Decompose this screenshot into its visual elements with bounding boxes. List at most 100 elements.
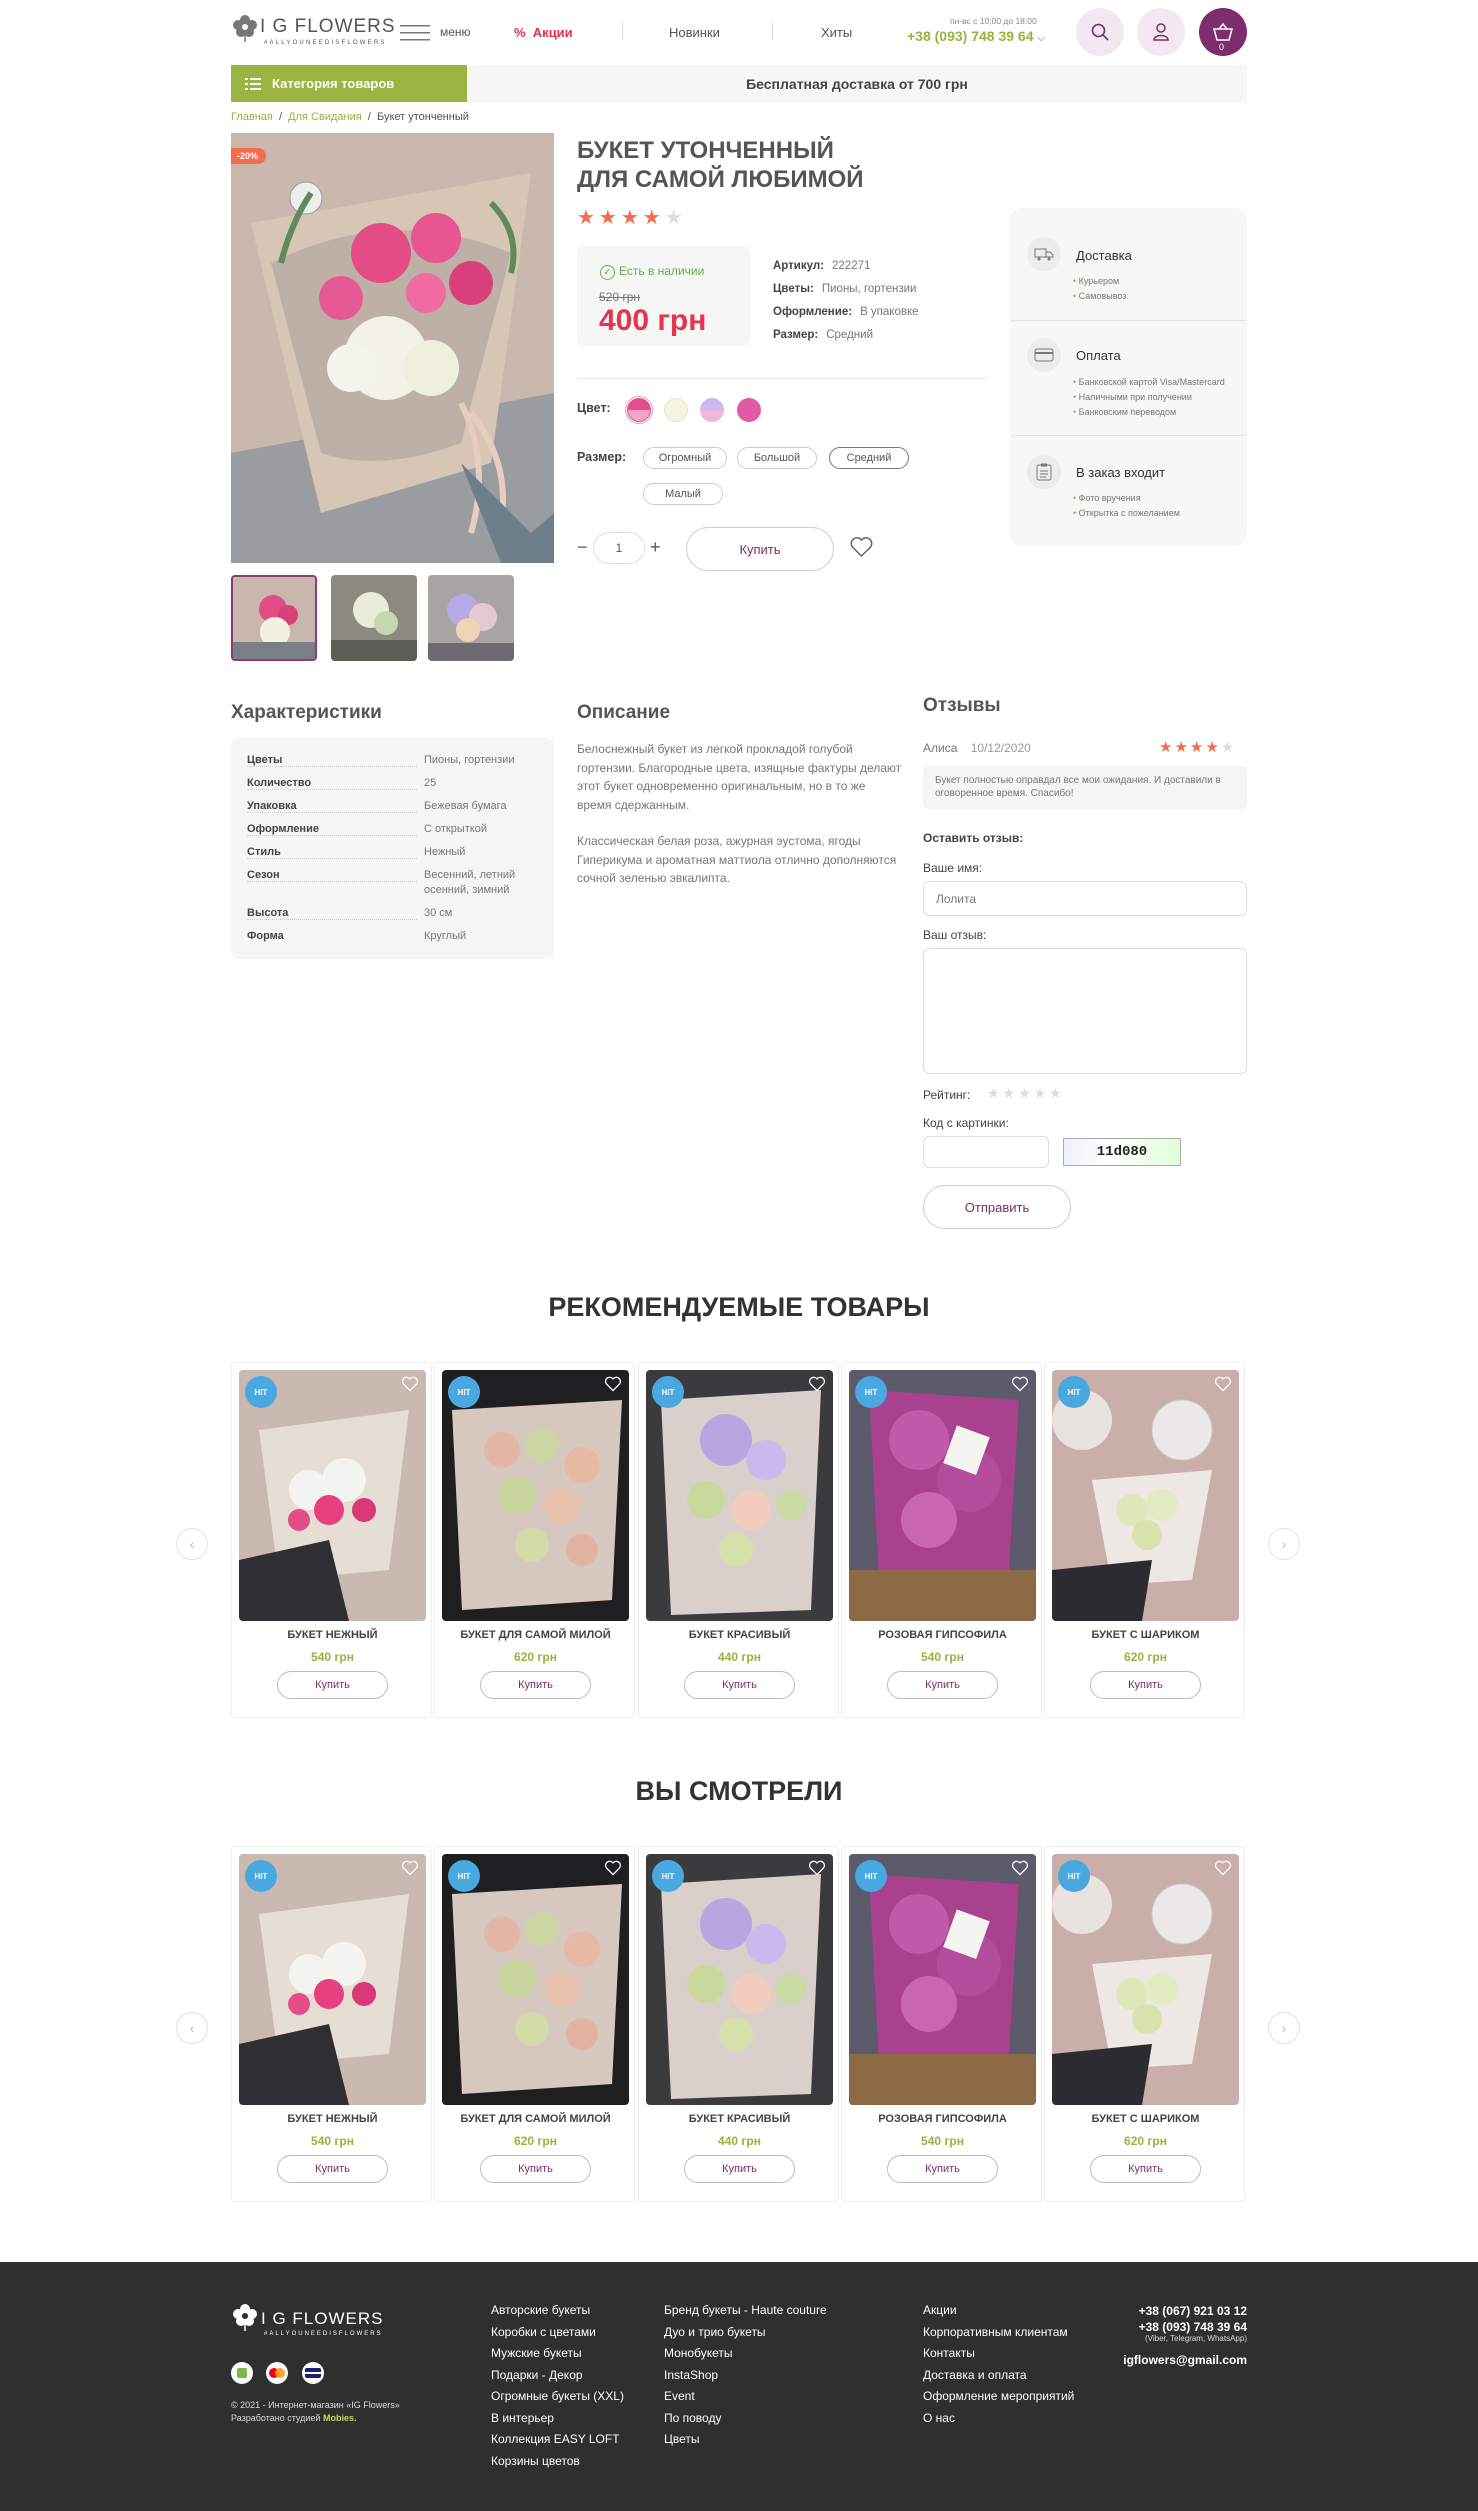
size-option-large[interactable]: Большой — [737, 447, 817, 469]
buy-button[interactable]: Купить — [480, 1671, 591, 1699]
heart-icon[interactable] — [808, 1860, 826, 1876]
footer-link[interactable]: Дуо и трио букеты — [664, 2322, 827, 2344]
header-phone[interactable]: +38 (093) 748 39 64 ⌵ — [907, 28, 1045, 44]
footer-email[interactable]: igflowers@gmail.com — [1047, 2353, 1247, 2367]
qty-increase-button[interactable]: + — [650, 537, 661, 558]
heart-icon[interactable] — [1011, 1376, 1029, 1392]
footer-logo-flower-icon[interactable] — [231, 2301, 259, 2331]
product-card[interactable]: HIT БУКЕТ С ШАРИКОМ 620 грн Купить — [1044, 1846, 1245, 2202]
product-main-image[interactable] — [231, 133, 554, 563]
buy-button[interactable]: Купить — [684, 1671, 795, 1699]
size-option-small[interactable]: Малый — [643, 483, 723, 505]
footer-link[interactable]: Мужские букеты — [491, 2343, 624, 2365]
product-image[interactable] — [1052, 1370, 1239, 1621]
product-image[interactable] — [1052, 1854, 1239, 2105]
footer-link[interactable]: Корзины цветов — [491, 2451, 624, 2473]
footer-phone[interactable]: +38 (093) 748 39 64 — [1047, 2320, 1247, 2334]
footer-link[interactable]: Event — [664, 2386, 827, 2408]
buy-button[interactable]: Купить — [277, 2155, 388, 2183]
product-card[interactable]: HIT БУКЕТ НЕЖНЫЙ 540 грн Купить — [231, 1846, 432, 2202]
product-name[interactable]: РОЗОВАЯ ГИПСОФИЛА — [842, 1629, 1043, 1641]
captcha-input[interactable] — [923, 1136, 1049, 1168]
footer-link[interactable]: Коробки с цветами — [491, 2322, 624, 2344]
color-swatch-lilac[interactable] — [700, 398, 724, 422]
footer-link[interactable]: Огромные букеты (XXL) — [491, 2386, 624, 2408]
logo-text[interactable]: I G FLOWERS — [260, 16, 396, 38]
footer-link[interactable]: InstaShop — [664, 2365, 827, 2387]
footer-phone[interactable]: +38 (067) 921 03 12 — [1047, 2304, 1247, 2318]
footer-link[interactable]: Подарки - Декор — [491, 2365, 624, 2387]
footer-link[interactable]: По поводу — [664, 2408, 827, 2430]
product-name[interactable]: БУКЕТ С ШАРИКОМ — [1045, 2113, 1246, 2125]
qty-decrease-button[interactable]: − — [577, 537, 588, 558]
carousel-next-button[interactable]: › — [1268, 2012, 1300, 2044]
product-name[interactable]: БУКЕТ С ШАРИКОМ — [1045, 1629, 1246, 1641]
submit-review-button[interactable]: Отправить — [923, 1185, 1071, 1229]
footer-link[interactable]: Оформление мероприятий — [923, 2386, 1074, 2408]
buy-button[interactable]: Купить — [686, 527, 834, 571]
footer-link[interactable]: В интерьер — [491, 2408, 624, 2430]
breadcrumb-parent[interactable]: Для Свидания — [288, 111, 362, 123]
thumbnail-3[interactable] — [428, 575, 514, 661]
product-card[interactable]: HIT БУКЕТ КРАСИВЫЙ 440 грн Купить — [638, 1362, 839, 1718]
size-option-medium[interactable]: Средний — [829, 447, 909, 469]
footer-link[interactable]: Бренд букеты - Haute couture — [664, 2300, 827, 2322]
carousel-prev-button[interactable]: ‹ — [176, 2012, 208, 2044]
name-input[interactable]: Лолита — [923, 881, 1247, 916]
search-button[interactable] — [1076, 8, 1124, 56]
product-image[interactable] — [646, 1370, 833, 1621]
heart-icon[interactable] — [1214, 1376, 1232, 1392]
footer-link[interactable]: Коллекция EASY LOFT — [491, 2429, 624, 2451]
buy-button[interactable]: Купить — [887, 1671, 998, 1699]
product-name[interactable]: БУКЕТ НЕЖНЫЙ — [232, 2113, 433, 2125]
product-image[interactable] — [646, 1854, 833, 2105]
review-textarea[interactable] — [923, 948, 1247, 1074]
product-card[interactable]: HIT БУКЕТ ДЛЯ САМОЙ МИЛОЙ 620 грн Купить — [434, 1846, 635, 2202]
product-card[interactable]: HIT БУКЕТ НЕЖНЫЙ 540 грн Купить — [231, 1362, 432, 1718]
hamburger-icon[interactable] — [400, 24, 430, 42]
product-card[interactable]: HIT РОЗОВАЯ ГИПСОФИЛА 540 грн Купить — [841, 1846, 1042, 2202]
product-name[interactable]: БУКЕТ ДЛЯ САМОЙ МИЛОЙ — [435, 2113, 636, 2125]
product-card[interactable]: HIT БУКЕТ КРАСИВЫЙ 440 грн Купить — [638, 1846, 839, 2202]
color-swatch-cream[interactable] — [664, 398, 688, 422]
category-menu-button[interactable]: Категория товаров — [231, 65, 467, 102]
product-image[interactable] — [239, 1370, 426, 1621]
buy-button[interactable]: Купить — [1090, 1671, 1201, 1699]
product-card[interactable]: HIT БУКЕТ С ШАРИКОМ 620 грн Купить — [1044, 1362, 1245, 1718]
heart-icon[interactable] — [1011, 1860, 1029, 1876]
buy-button[interactable]: Купить — [887, 2155, 998, 2183]
product-name[interactable]: БУКЕТ КРАСИВЫЙ — [639, 1629, 840, 1641]
color-swatch-pink[interactable] — [627, 398, 651, 422]
heart-icon[interactable] — [401, 1376, 419, 1392]
heart-icon[interactable] — [604, 1376, 622, 1392]
product-card[interactable]: HIT БУКЕТ ДЛЯ САМОЙ МИЛОЙ 620 грн Купить — [434, 1362, 635, 1718]
breadcrumb-home[interactable]: Главная — [231, 111, 273, 123]
carousel-next-button[interactable]: › — [1268, 1528, 1300, 1560]
nav-hits-link[interactable]: Хиты — [821, 25, 852, 40]
heart-icon[interactable] — [1214, 1860, 1232, 1876]
qty-input[interactable]: 1 — [593, 532, 645, 564]
footer-link[interactable]: Авторские букеты — [491, 2300, 624, 2322]
rating-input-stars[interactable]: ★★★★★ — [987, 1085, 1065, 1102]
developer-link[interactable]: Mobies. — [323, 2413, 357, 2423]
buy-button[interactable]: Купить — [480, 2155, 591, 2183]
product-name[interactable]: БУКЕТ ДЛЯ САМОЙ МИЛОЙ — [435, 1629, 636, 1641]
footer-link[interactable]: О нас — [923, 2408, 1074, 2430]
product-image[interactable] — [442, 1370, 629, 1621]
nav-new-link[interactable]: Новинки — [669, 25, 720, 40]
color-swatch-magenta[interactable] — [737, 398, 761, 422]
product-card[interactable]: HIT РОЗОВАЯ ГИПСОФИЛА 540 грн Купить — [841, 1362, 1042, 1718]
thumbnail-1[interactable] — [231, 575, 317, 661]
product-image[interactable] — [849, 1854, 1036, 2105]
thumbnail-2[interactable] — [331, 575, 417, 661]
chevron-down-icon[interactable]: ⌵ — [1037, 33, 1045, 44]
product-image[interactable] — [442, 1854, 629, 2105]
heart-icon[interactable] — [808, 1376, 826, 1392]
product-name[interactable]: РОЗОВАЯ ГИПСОФИЛА — [842, 2113, 1043, 2125]
footer-link[interactable]: Цветы — [664, 2429, 827, 2451]
buy-button[interactable]: Купить — [1090, 2155, 1201, 2183]
wishlist-heart-icon[interactable] — [849, 536, 874, 558]
product-image[interactable] — [239, 1854, 426, 2105]
logo-flower-icon[interactable] — [231, 12, 259, 42]
buy-button[interactable]: Купить — [277, 1671, 388, 1699]
